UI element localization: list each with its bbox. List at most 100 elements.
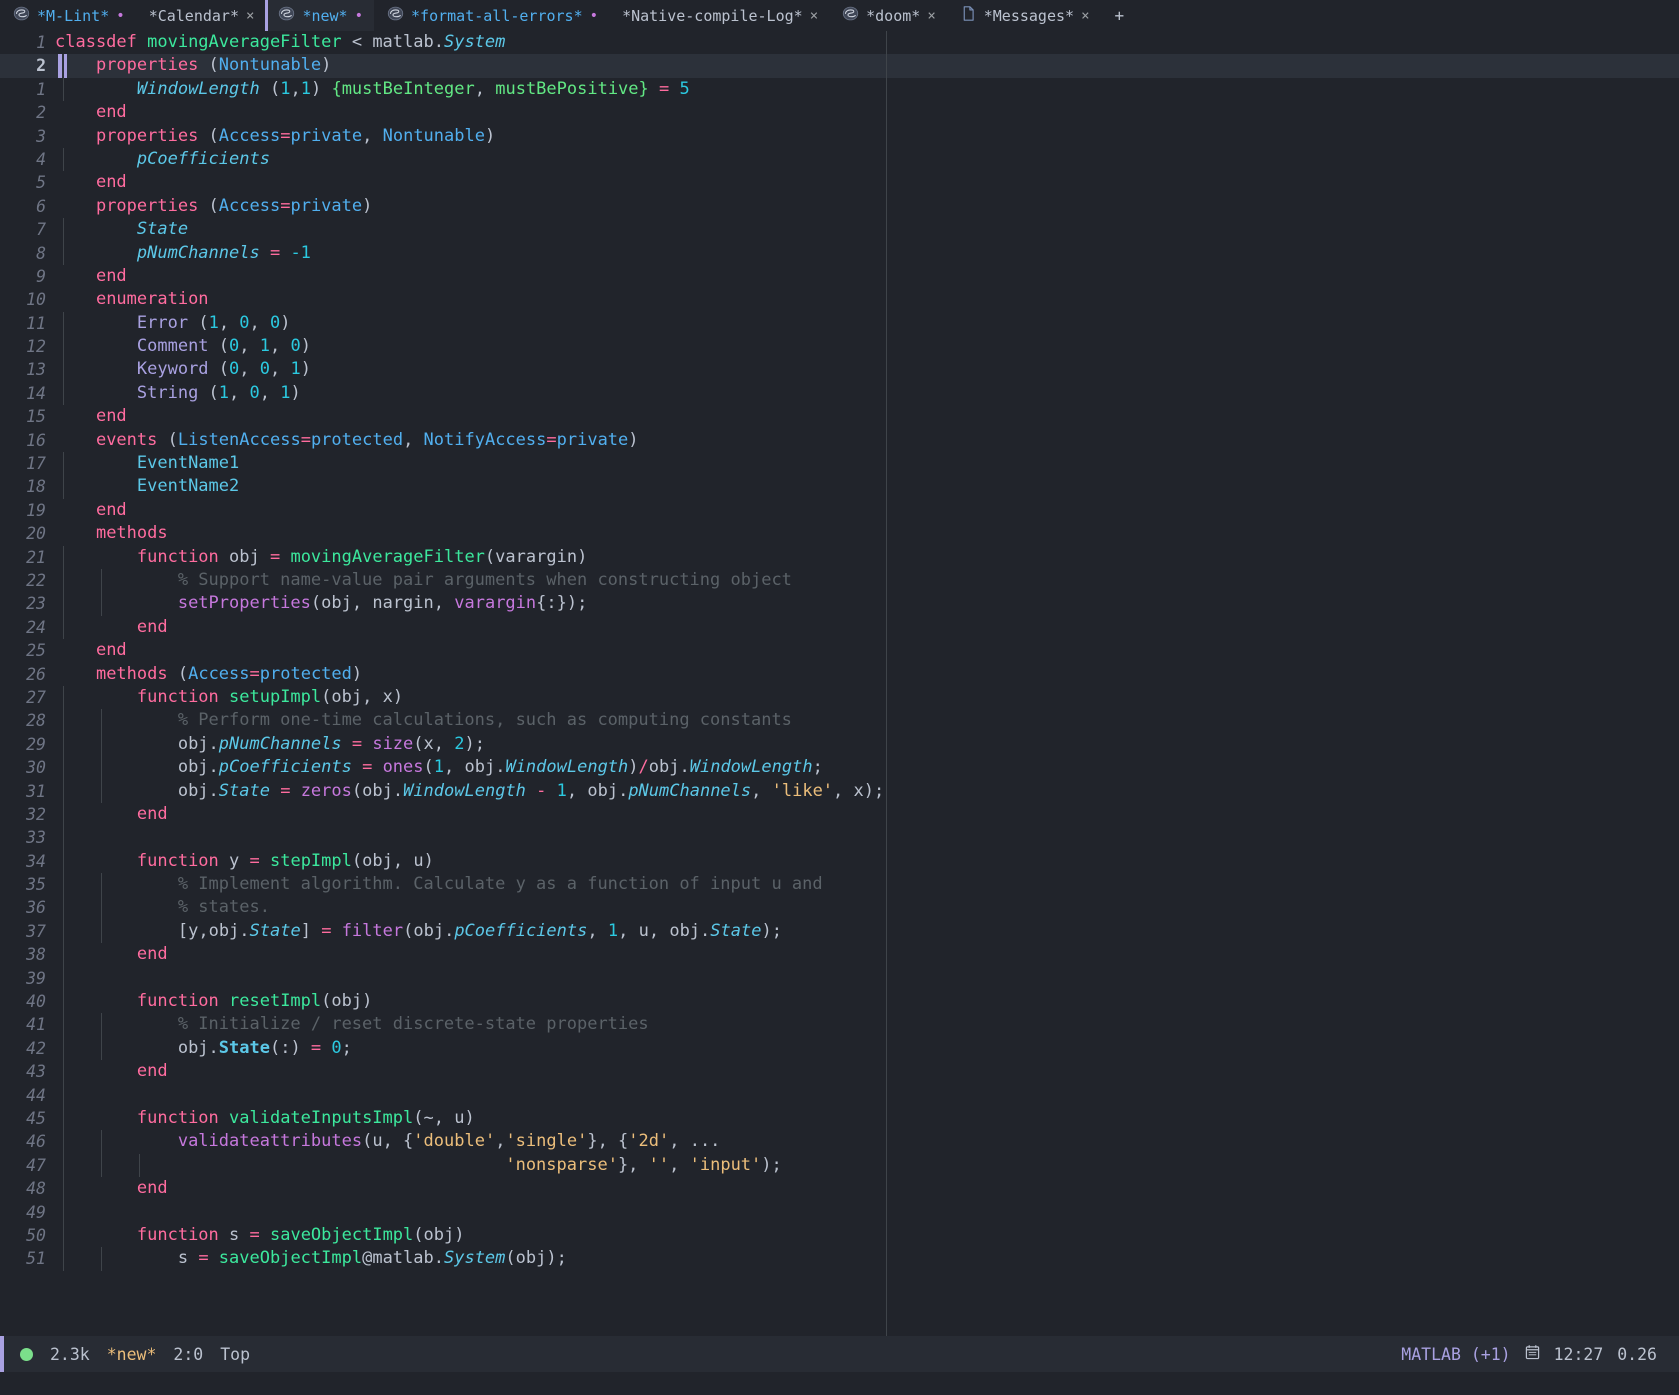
code-line[interactable]: 16 events (ListenAccess=protected, Notif… bbox=[0, 429, 1679, 452]
code-line-text: properties (Access=private) bbox=[55, 195, 1679, 218]
code-line[interactable]: 35 % Implement algorithm. Calculate y as… bbox=[0, 873, 1679, 896]
code-token: ) bbox=[352, 664, 362, 684]
code-line[interactable]: 39 bbox=[0, 967, 1679, 990]
code-token: validateattributes bbox=[178, 1131, 362, 1151]
code-line[interactable]: 33 bbox=[0, 826, 1679, 849]
line-number: 51 bbox=[0, 1247, 55, 1270]
code-line[interactable]: 30 obj.pCoefficients = ones(1, obj.Windo… bbox=[0, 756, 1679, 779]
close-icon[interactable]: × bbox=[246, 8, 254, 24]
major-mode[interactable]: MATLAB (+1) bbox=[1401, 1345, 1510, 1364]
code-line[interactable]: 51 s = saveObjectImpl@matlab.System(obj)… bbox=[0, 1247, 1679, 1270]
code-line[interactable]: 7 State bbox=[0, 218, 1679, 241]
code-line[interactable]: 6 properties (Access=private) bbox=[0, 195, 1679, 218]
code-line-text: State bbox=[55, 218, 1679, 241]
tab-label: *M-Lint* bbox=[37, 7, 109, 25]
code-line-text: function resetImpl(obj) bbox=[55, 990, 1679, 1013]
tab-messages[interactable]: *Messages*× bbox=[947, 0, 1101, 31]
code-token bbox=[55, 453, 137, 473]
tab-doom[interactable]: *doom*× bbox=[829, 0, 947, 31]
code-token: , bbox=[751, 781, 771, 801]
code-token: y bbox=[188, 921, 198, 941]
code-line[interactable]: 50 function s = saveObjectImpl(obj) bbox=[0, 1224, 1679, 1247]
code-line[interactable]: 41 % Initialize / reset discrete-state p… bbox=[0, 1013, 1679, 1036]
code-line[interactable]: 29 obj.pNumChannels = size(x, 2); bbox=[0, 733, 1679, 756]
code-token: obj. bbox=[465, 757, 506, 777]
close-icon[interactable]: × bbox=[810, 8, 818, 24]
code-token bbox=[55, 640, 96, 660]
code-line[interactable]: 17 EventName1 bbox=[0, 452, 1679, 475]
code-line[interactable]: 48 end bbox=[0, 1177, 1679, 1200]
code-line[interactable]: 2 properties (Nontunable) bbox=[0, 54, 1679, 77]
tab-bar[interactable]: *M-Lint*• *Calendar* × *new*• *format-all-… bbox=[0, 0, 1679, 31]
code-token: ( bbox=[505, 1248, 515, 1268]
code-line[interactable]: 11 Error (1, 0, 0) bbox=[0, 312, 1679, 335]
code-line[interactable]: 40 function resetImpl(obj) bbox=[0, 990, 1679, 1013]
code-line[interactable]: 13 Keyword (0, 0, 1) bbox=[0, 358, 1679, 381]
indent-guide bbox=[63, 312, 64, 335]
close-icon[interactable]: × bbox=[927, 8, 935, 24]
indent-guide bbox=[63, 686, 64, 709]
code-line[interactable]: 49 bbox=[0, 1201, 1679, 1224]
code-line[interactable]: 2 end bbox=[0, 101, 1679, 124]
tab-native-compile-log[interactable]: *Native-compile-Log*× bbox=[609, 0, 829, 31]
code-line[interactable]: 22 % Support name-value pair arguments w… bbox=[0, 569, 1679, 592]
code-line[interactable]: 47 'nonsparse'}, '', 'input'); bbox=[0, 1154, 1679, 1177]
code-line[interactable]: 9 end bbox=[0, 265, 1679, 288]
code-line[interactable]: 8 pNumChannels = -1 bbox=[0, 242, 1679, 265]
buffer-name[interactable]: *new* bbox=[107, 1345, 157, 1364]
code-line[interactable]: 21 function obj = movingAverageFilter(va… bbox=[0, 546, 1679, 569]
code-line[interactable]: 14 String (1, 0, 1) bbox=[0, 382, 1679, 405]
code-line-text: [y,obj.State] = filter(obj.pCoefficients… bbox=[55, 920, 1679, 943]
code-line[interactable]: 4 pCoefficients bbox=[0, 148, 1679, 171]
code-line[interactable]: 36 % states. bbox=[0, 896, 1679, 919]
indent-guide bbox=[63, 1224, 64, 1247]
code-line[interactable]: 5 end bbox=[0, 171, 1679, 194]
tab-calendar[interactable]: *Calendar* × bbox=[136, 0, 266, 31]
code-token: end bbox=[137, 804, 168, 824]
code-line[interactable]: 23 setProperties(obj, nargin, varargin{:… bbox=[0, 592, 1679, 615]
indent-guide bbox=[63, 358, 64, 381]
code-line[interactable]: 45 function validateInputsImpl(~, u) bbox=[0, 1107, 1679, 1130]
code-line[interactable]: 32 end bbox=[0, 803, 1679, 826]
code-line[interactable]: 25 end bbox=[0, 639, 1679, 662]
code-line[interactable]: 10 enumeration bbox=[0, 288, 1679, 311]
code-line[interactable]: 26 methods (Access=protected) bbox=[0, 663, 1679, 686]
code-line[interactable]: 1 WindowLength (1,1) {mustBeInteger, mus… bbox=[0, 78, 1679, 101]
code-line[interactable]: 20 methods bbox=[0, 522, 1679, 545]
code-token: 1 bbox=[260, 336, 270, 356]
code-editor[interactable]: 1classdef movingAverageFilter < matlab.S… bbox=[0, 31, 1679, 1336]
tab-label: *Calendar* bbox=[149, 7, 239, 25]
code-line[interactable]: 18 EventName2 bbox=[0, 475, 1679, 498]
code-token: 2 bbox=[454, 734, 464, 754]
indent-guide bbox=[63, 1107, 64, 1130]
code-line[interactable]: 12 Comment (0, 1, 0) bbox=[0, 335, 1679, 358]
code-line[interactable]: 27 function setupImpl(obj, x) bbox=[0, 686, 1679, 709]
indent-guide bbox=[63, 896, 64, 919]
code-line[interactable]: 1classdef movingAverageFilter < matlab.S… bbox=[0, 31, 1679, 54]
line-number: 21 bbox=[0, 546, 55, 569]
tab-format-all-errors[interactable]: *format-all-errors*• bbox=[374, 0, 609, 31]
code-token: ( bbox=[209, 383, 219, 403]
close-icon[interactable]: × bbox=[1081, 8, 1089, 24]
code-token: 0 bbox=[291, 336, 301, 356]
code-token: < bbox=[352, 32, 372, 52]
code-line[interactable]: 46 validateattributes(u, {'double','sing… bbox=[0, 1130, 1679, 1153]
line-number: 20 bbox=[0, 522, 55, 545]
code-line[interactable]: 15 end bbox=[0, 405, 1679, 428]
code-line[interactable]: 3 properties (Access=private, Nontunable… bbox=[0, 125, 1679, 148]
code-line[interactable]: 42 obj.State(:) = 0; bbox=[0, 1037, 1679, 1060]
tab-new[interactable]: *new*• bbox=[265, 0, 374, 31]
code-line[interactable]: 37 [y,obj.State] = filter(obj.pCoefficie… bbox=[0, 920, 1679, 943]
code-line[interactable]: 38 end bbox=[0, 943, 1679, 966]
code-line[interactable]: 31 obj.State = zeros(obj.WindowLength - … bbox=[0, 780, 1679, 803]
code-line[interactable]: 24 end bbox=[0, 616, 1679, 639]
tab-m-lint[interactable]: *M-Lint*• bbox=[0, 0, 136, 31]
code-token: s bbox=[229, 1225, 239, 1245]
new-tab-button[interactable]: + bbox=[1101, 0, 1139, 31]
code-line[interactable]: 19 end bbox=[0, 499, 1679, 522]
code-line[interactable]: 43 end bbox=[0, 1060, 1679, 1083]
code-token: 0 bbox=[229, 336, 239, 356]
code-line[interactable]: 44 bbox=[0, 1084, 1679, 1107]
code-line[interactable]: 28 % Perform one-time calculations, such… bbox=[0, 709, 1679, 732]
code-line[interactable]: 34 function y = stepImpl(obj, u) bbox=[0, 850, 1679, 873]
